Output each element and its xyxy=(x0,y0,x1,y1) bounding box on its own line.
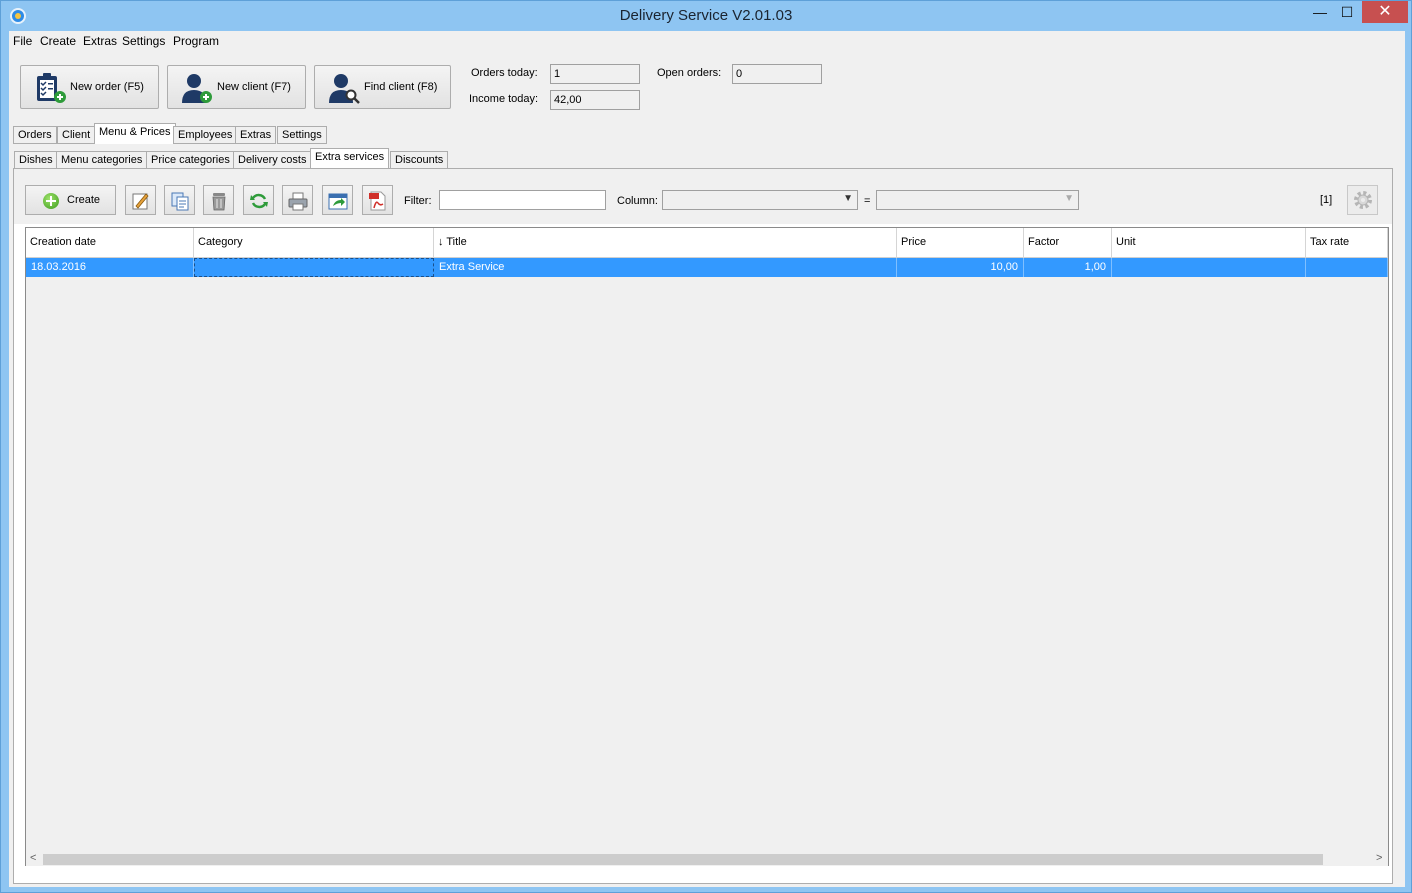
tab-dishes[interactable]: Dishes xyxy=(14,151,58,169)
extra-services-panel: Create Filter: Column: ▼ = ▼ [1] Creatio… xyxy=(13,168,1393,884)
column-header-factor[interactable]: Factor xyxy=(1024,228,1112,258)
column-header-category[interactable]: Category xyxy=(194,228,434,258)
app-window: Delivery Service V2.01.03 — ☐ ✕ File Cre… xyxy=(0,0,1412,893)
extra-services-table: Creation date Category ↓ Title Price Fac… xyxy=(25,227,1389,866)
list-toolbar: Create Filter: Column: ▼ = ▼ [1] xyxy=(14,169,1392,224)
find-client-label: Find client (F8) xyxy=(364,81,438,93)
create-button[interactable]: Create xyxy=(25,185,116,215)
new-order-button[interactable]: New order (F5) xyxy=(20,65,159,109)
copy-button[interactable] xyxy=(164,185,195,215)
export-icon xyxy=(328,193,348,210)
print-icon xyxy=(288,192,308,211)
tab-price-categories[interactable]: Price categories xyxy=(146,151,235,169)
tab-settings[interactable]: Settings xyxy=(277,126,327,144)
window-title: Delivery Service V2.01.03 xyxy=(619,7,793,24)
edit-button[interactable] xyxy=(125,185,156,215)
settings-gear-icon xyxy=(1354,191,1372,209)
tab-discounts[interactable]: Discounts xyxy=(390,151,449,169)
cell-unit[interactable] xyxy=(1112,258,1306,277)
cell-tax-rate[interactable] xyxy=(1306,258,1388,277)
minimize-button[interactable]: — xyxy=(1307,1,1333,23)
cell-title[interactable]: Extra Service xyxy=(434,258,897,277)
export-button[interactable] xyxy=(322,185,353,215)
cell-price[interactable]: 10,00 xyxy=(897,258,1024,277)
scrollbar-thumb[interactable] xyxy=(43,854,1323,865)
pdf-export-button[interactable] xyxy=(362,185,393,215)
print-button[interactable] xyxy=(282,185,313,215)
scroll-right-icon[interactable]: > xyxy=(1376,852,1382,864)
equals-label: = xyxy=(864,195,871,207)
filter-value-select[interactable]: ▼ xyxy=(876,190,1079,210)
delete-button[interactable] xyxy=(203,185,234,215)
column-header-creation-date[interactable]: Creation date xyxy=(26,228,194,258)
income-today-label: Income today: xyxy=(469,93,539,105)
scroll-left-icon[interactable]: < xyxy=(30,852,36,864)
tab-extra-services[interactable]: Extra services xyxy=(310,148,390,169)
delete-icon xyxy=(212,193,226,211)
tab-delivery-costs[interactable]: Delivery costs xyxy=(233,151,312,169)
open-orders-field: 0 xyxy=(732,64,822,84)
new-client-button[interactable]: New client (F7) xyxy=(167,65,306,109)
tab-menu-categories[interactable]: Menu categories xyxy=(56,151,148,169)
orders-today-label: Orders today: xyxy=(471,67,538,79)
new-client-icon xyxy=(182,74,212,103)
cell-creation-date[interactable]: 18.03.2016 xyxy=(26,258,194,277)
new-order-icon xyxy=(37,73,66,103)
chevron-down-icon: ▼ xyxy=(1064,193,1074,204)
column-header-price[interactable]: Price xyxy=(897,228,1024,258)
menu-program[interactable]: Program xyxy=(173,34,219,48)
column-header-tax-rate[interactable]: Tax rate xyxy=(1306,228,1388,258)
income-today-field: 42,00 xyxy=(550,90,640,110)
open-orders-label: Open orders: xyxy=(657,67,722,79)
refresh-icon xyxy=(250,193,268,209)
menu-settings[interactable]: Settings xyxy=(122,34,165,48)
column-select[interactable]: ▼ xyxy=(662,190,858,210)
chevron-down-icon: ▼ xyxy=(843,193,853,204)
tab-menu-prices[interactable]: Menu & Prices xyxy=(94,123,176,144)
maximize-button[interactable]: ☐ xyxy=(1333,1,1361,23)
table-header: Creation date Category ↓ Title Price Fac… xyxy=(26,228,1388,258)
record-count: [1] xyxy=(1320,194,1333,206)
menu-file[interactable]: File xyxy=(13,34,32,48)
column-header-unit[interactable]: Unit xyxy=(1112,228,1306,258)
add-icon xyxy=(43,193,59,209)
cell-category[interactable] xyxy=(194,258,434,277)
orders-today-field: 1 xyxy=(550,64,640,84)
tab-orders[interactable]: Orders xyxy=(13,126,57,144)
edit-icon xyxy=(132,193,149,210)
filter-input[interactable] xyxy=(439,190,606,210)
refresh-button[interactable] xyxy=(243,185,274,215)
close-button[interactable]: ✕ xyxy=(1362,1,1408,23)
create-label: Create xyxy=(67,194,101,206)
column-header-title[interactable]: ↓ Title xyxy=(434,228,897,258)
find-client-icon xyxy=(329,74,360,104)
column-settings-button[interactable] xyxy=(1347,185,1378,215)
column-label: Column: xyxy=(617,195,658,207)
cell-factor[interactable]: 1,00 xyxy=(1024,258,1112,277)
find-client-button[interactable]: Find client (F8) xyxy=(314,65,451,109)
table-row[interactable]: 18.03.2016 Extra Service 10,00 1,00 xyxy=(26,258,1388,277)
new-order-label: New order (F5) xyxy=(70,81,144,93)
new-client-label: New client (F7) xyxy=(217,81,291,93)
horizontal-scrollbar[interactable]: < > xyxy=(26,852,1388,866)
menu-bar: File Create Extras Settings Program xyxy=(9,31,1405,51)
filter-label: Filter: xyxy=(404,195,432,207)
tab-client[interactable]: Client xyxy=(57,126,96,144)
tab-employees[interactable]: Employees xyxy=(173,126,238,144)
title-bar[interactable]: Delivery Service V2.01.03 — ☐ ✕ xyxy=(1,1,1411,31)
pdf-icon xyxy=(369,191,386,211)
menu-extras[interactable]: Extras xyxy=(83,34,117,48)
tab-extras[interactable]: Extras xyxy=(235,126,277,144)
copy-icon xyxy=(171,192,189,211)
client-area: File Create Extras Settings Program New … xyxy=(9,31,1405,887)
menu-create[interactable]: Create xyxy=(40,34,76,48)
